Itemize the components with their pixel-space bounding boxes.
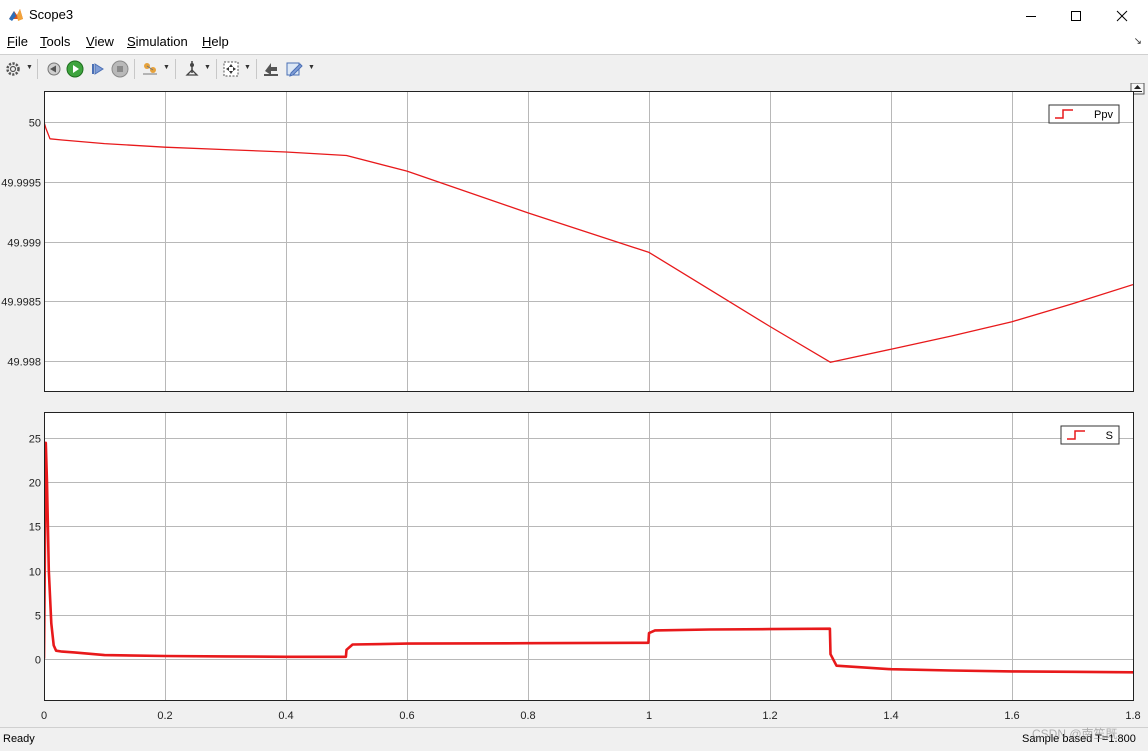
highlight-icon <box>143 63 157 75</box>
menu-help[interactable]: Help <box>202 34 229 49</box>
maximize-icon <box>1071 10 1081 21</box>
toolbar-separator <box>134 59 135 79</box>
toolbar: ▼ ▼ ▼ ▼ ▼ <box>0 54 1148 84</box>
title-bar: Scope3 <box>0 0 1148 31</box>
step-forward-button[interactable] <box>88 59 108 79</box>
menu-view[interactable]: View <box>86 34 114 49</box>
cursor-dropdown-icon[interactable]: ▼ <box>204 64 211 71</box>
toolbar-separator <box>256 59 257 79</box>
status-text: Ready <box>3 733 35 745</box>
scope-axes[interactable]: 49.99849.998549.99949.999550Ppv051015202… <box>0 82 1148 727</box>
minimize-icon <box>1026 15 1036 17</box>
scope-plot-area: 49.998 49.9985 49.999 49.9995 50 Ppv 0 5 10 15 20 2… <box>0 82 1148 727</box>
status-bar: Ready Sample based T=1.800 <box>0 727 1148 751</box>
close-icon <box>1116 10 1128 21</box>
stop-button[interactable] <box>110 59 130 79</box>
y-tick-label: 49.9995 <box>1 178 41 190</box>
x-tick-label: 0.4 <box>278 710 293 722</box>
settings-button[interactable] <box>3 59 23 79</box>
settings-dropdown-icon[interactable]: ▼ <box>26 64 33 71</box>
y-tick-label: 50 <box>29 118 41 130</box>
cursor-button[interactable] <box>182 59 202 79</box>
y-tick-label: 0 <box>35 655 41 667</box>
x-tick-label: 1.8 <box>1125 710 1140 722</box>
y-tick-label: 10 <box>29 567 41 579</box>
x-tick-label: 1.4 <box>883 710 898 722</box>
y-tick-label: 15 <box>29 522 41 534</box>
autoscale-icon <box>223 61 239 77</box>
y-tick-label: 49.998 <box>7 357 41 369</box>
y-tick-label: 20 <box>29 478 41 490</box>
x-tick-label: 1 <box>646 710 652 722</box>
stop-icon <box>111 60 129 78</box>
run-icon <box>66 60 84 78</box>
toolbar-separator <box>37 59 38 79</box>
y-tick-label: 49.999 <box>7 238 41 250</box>
watermark-text: CSDN @南笙既 <box>1032 727 1118 741</box>
legend-label: S <box>1106 430 1113 442</box>
y-tick-label: 5 <box>35 611 41 623</box>
step-back-button[interactable] <box>43 59 63 79</box>
menu-simulation[interactable]: Simulation <box>127 34 188 49</box>
close-button[interactable] <box>1099 0 1145 31</box>
step-forward-icon <box>92 63 104 75</box>
toolbar-separator <box>175 59 176 79</box>
menu-file[interactable]: File <box>7 34 28 49</box>
edit-dropdown-icon[interactable]: ▼ <box>308 64 315 71</box>
x-tick-label: 1.6 <box>1004 710 1019 722</box>
menu-tools[interactable]: Tools <box>40 34 70 49</box>
style-icon <box>264 63 278 76</box>
edit-icon <box>286 62 303 77</box>
run-button[interactable] <box>65 59 85 79</box>
dock-arrow-icon[interactable]: ↘ <box>1134 36 1142 47</box>
y-tick-label: 25 <box>29 434 41 446</box>
autoscale-dropdown-icon[interactable]: ▼ <box>244 64 251 71</box>
y-tick-label: 49.9985 <box>1 297 41 309</box>
legend-label: Ppv <box>1094 109 1113 121</box>
minimize-button[interactable] <box>1008 0 1054 31</box>
cursor-icon <box>185 61 199 76</box>
x-tick-label: 0.6 <box>399 710 414 722</box>
maximize-button[interactable] <box>1053 0 1099 31</box>
menu-bar: File Tools View Simulation Help ↘ <box>0 31 1148 54</box>
highlight-button[interactable] <box>140 59 160 79</box>
matlab-icon <box>9 9 23 21</box>
edit-button[interactable] <box>284 59 304 79</box>
autoscale-button[interactable] <box>221 59 241 79</box>
style-button[interactable] <box>261 59 281 79</box>
settings-icon <box>6 62 20 76</box>
highlight-dropdown-icon[interactable]: ▼ <box>163 64 170 71</box>
toolbar-separator <box>216 59 217 79</box>
x-tick-label: 1.2 <box>762 710 777 722</box>
axes-background <box>44 91 1133 391</box>
step-back-icon <box>47 62 61 76</box>
x-tick-label: 0.8 <box>520 710 535 722</box>
x-tick-label: 0 <box>41 710 47 722</box>
window-title: Scope3 <box>29 7 74 22</box>
x-tick-label: 0.2 <box>157 710 172 722</box>
